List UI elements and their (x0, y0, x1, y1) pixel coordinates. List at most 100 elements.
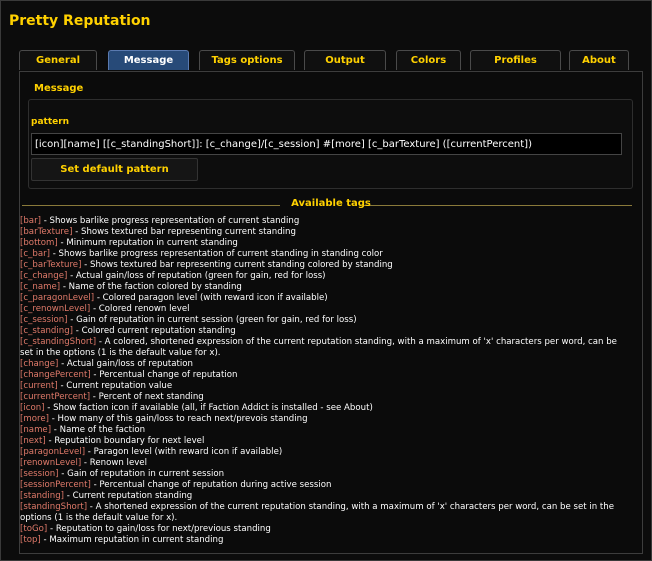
tag-description: - Shows textured bar representing curren… (72, 227, 296, 237)
tag-name: [bar] (20, 216, 41, 226)
tag-description: - Name of the faction (51, 425, 146, 435)
tag-line: [session] - Gain of reputation in curren… (20, 469, 618, 480)
tag-description: - Percentual change of reputation (90, 370, 238, 380)
tag-description: - A shortened expression of the current … (20, 502, 615, 523)
tag-line: [bottom] - Minimum reputation in current… (20, 238, 618, 249)
tag-name: [c_bar] (20, 249, 50, 259)
tags-list: [bar] - Shows barlike progress represent… (20, 216, 618, 546)
tag-name: [standing] (20, 491, 65, 501)
tag-name: [c_standing] (20, 326, 74, 336)
tag-name: [icon] (20, 403, 45, 413)
tag-name: [renownLevel] (20, 458, 82, 468)
tab-profiles[interactable]: Profiles (470, 50, 561, 70)
tag-description: - A colored, shortened expression of the… (20, 337, 617, 358)
tag-name: [name] (20, 425, 52, 435)
tag-line: [name] - Name of the faction (20, 425, 618, 436)
tag-name: [standingShort] (20, 502, 88, 512)
tag-line: [barTexture] - Shows textured bar repres… (20, 227, 618, 238)
tag-description: - Gain of reputation in current session (58, 469, 225, 479)
tag-name: [paragonLevel] (20, 447, 86, 457)
tag-line: [more] - How many of this gain/loss to r… (20, 414, 618, 425)
window-title: Pretty Reputation (9, 13, 151, 29)
tag-name: [change] (20, 359, 59, 369)
tag-name: [c_standingShort] (20, 337, 97, 347)
tag-line: [next] - Reputation boundary for next le… (20, 436, 618, 447)
options-window: Pretty Reputation General Message Tags o… (0, 0, 652, 561)
tag-line: [top] - Maximum reputation in current st… (20, 535, 618, 546)
tag-line: [c_name] - Name of the faction colored b… (20, 282, 618, 293)
tag-description: - Shows barlike progress representation … (49, 249, 383, 259)
tag-line: [sessionPercent] - Percentual change of … (20, 480, 618, 491)
tag-description: - Colored renown level (90, 304, 190, 314)
set-default-pattern-button[interactable]: Set default pattern (31, 158, 198, 181)
tag-name: [toGo] (20, 524, 48, 534)
tag-name: [next] (20, 436, 46, 446)
message-panel: Message pattern [icon][name] [[c_standin… (19, 71, 643, 554)
tag-description: - How many of this gain/loss to reach ne… (48, 414, 308, 424)
tag-description: - Shows textured bar representing curren… (81, 260, 393, 270)
tab-message[interactable]: Message (108, 50, 189, 70)
tag-line: [change] - Actual gain/loss of reputatio… (20, 359, 618, 370)
tab-colors[interactable]: Colors (396, 50, 461, 70)
tag-name: [current] (20, 381, 58, 391)
tag-description: - Current reputation value (57, 381, 173, 391)
tag-name: [c_change] (20, 271, 68, 281)
tag-description: - Shows barlike progress representation … (40, 216, 300, 226)
tag-line: [currentPercent] - Percent of next stand… (20, 392, 618, 403)
tag-line: [c_standingShort] - A colored, shortened… (20, 337, 618, 359)
tag-line: [renownLevel] - Renown level (20, 458, 618, 469)
tag-name: [currentPercent] (20, 392, 91, 402)
tag-line: [c_session] - Gain of reputation in curr… (20, 315, 618, 326)
tag-description: - Minimum reputation in current standing (57, 238, 238, 248)
tag-description: - Actual gain/loss of reputation (58, 359, 193, 369)
tag-line: [c_barTexture] - Shows textured bar repr… (20, 260, 618, 271)
tag-line: [paragonLevel] - Paragon level (with rew… (20, 447, 618, 458)
tab-output[interactable]: Output (304, 50, 386, 70)
available-tags-heading: Available tags (291, 198, 371, 209)
tag-line: [bar] - Shows barlike progress represent… (20, 216, 618, 227)
tag-name: [top] (20, 535, 41, 545)
tag-line: [c_standing] - Colored current reputatio… (20, 326, 618, 337)
message-group: pattern [icon][name] [[c_standingShort]]… (28, 99, 633, 189)
tag-name: [session] (20, 469, 59, 479)
tag-description: - Gain of reputation in current session … (67, 315, 357, 325)
pattern-label: pattern (31, 117, 70, 127)
tag-description: - Colored current reputation standing (73, 326, 236, 336)
tag-name: [c_barTexture] (20, 260, 82, 270)
message-section-label: Message (34, 83, 84, 94)
tab-general[interactable]: General (19, 50, 97, 70)
tag-description: - Current reputation standing (64, 491, 193, 501)
tag-description: - Reputation boundary for next level (45, 436, 205, 446)
tag-line: [c_paragonLevel] - Colored paragon level… (20, 293, 618, 304)
tag-description: - Show faction icon if available (all, i… (44, 403, 373, 413)
tag-name: [changePercent] (20, 370, 91, 380)
tag-line: [standing] - Current reputation standing (20, 491, 618, 502)
tag-description: - Name of the faction colored by standin… (60, 282, 242, 292)
tag-name: [c_name] (20, 282, 61, 292)
tag-name: [sessionPercent] (20, 480, 91, 490)
tag-description: - Actual gain/loss of reputation (green … (67, 271, 326, 281)
tag-description: - Colored paragon level (with reward ico… (94, 293, 328, 303)
tag-name: [c_session] (20, 315, 68, 325)
tag-description: - Paragon level (with reward icon if ava… (85, 447, 283, 457)
tab-tags-options[interactable]: Tags options (199, 50, 295, 70)
tag-line: [changePercent] - Percentual change of r… (20, 370, 618, 381)
tag-description: - Renown level (81, 458, 147, 468)
tab-about[interactable]: About (569, 50, 629, 70)
tag-name: [more] (20, 414, 49, 424)
tag-description: - Percentual change of reputation during… (90, 480, 332, 490)
tag-line: [standingShort] - A shortened expression… (20, 502, 618, 524)
tag-name: [barTexture] (20, 227, 73, 237)
tag-line: [c_bar] - Shows barlike progress represe… (20, 249, 618, 260)
pattern-input[interactable]: [icon][name] [[c_standingShort]]: [c_cha… (31, 133, 622, 155)
tag-line: [c_renownLevel] - Colored renown level (20, 304, 618, 315)
tag-name: [c_paragonLevel] (20, 293, 95, 303)
tag-line: [icon] - Show faction icon if available … (20, 403, 618, 414)
tag-description: - Reputation to gain/loss for next/previ… (47, 524, 271, 534)
tag-line: [toGo] - Reputation to gain/loss for nex… (20, 524, 618, 535)
tag-line: [current] - Current reputation value (20, 381, 618, 392)
tag-description: - Maximum reputation in current standing (40, 535, 224, 545)
tag-line: [c_change] - Actual gain/loss of reputat… (20, 271, 618, 282)
tag-description: - Percent of next standing (90, 392, 204, 402)
tag-name: [bottom] (20, 238, 58, 248)
